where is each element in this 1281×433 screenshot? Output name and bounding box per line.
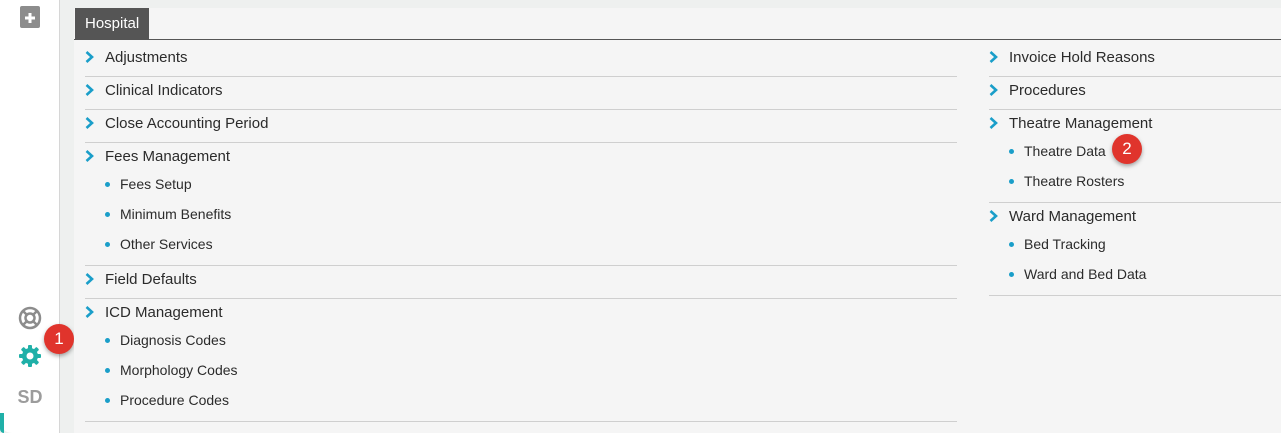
bullet-icon: [1009, 178, 1014, 184]
submenu-item-procedure-codes[interactable]: Procedure Codes: [85, 385, 957, 415]
menu-item-clinical-indicators[interactable]: Clinical Indicators: [85, 77, 957, 103]
menu-group-icd-management: ICD Management Diagnosis Codes Morpholog…: [85, 299, 957, 422]
submenu-label: Theatre Data: [1024, 143, 1106, 159]
menu-label: Invoice Hold Reasons: [1009, 48, 1155, 66]
menu-label: Close Accounting Period: [105, 114, 269, 132]
bullet-icon: [1009, 148, 1014, 154]
chevron-right-icon: [989, 208, 1009, 224]
hospital-icon[interactable]: [0, 0, 60, 34]
submenu-label: Diagnosis Codes: [120, 332, 226, 348]
menu-group-clinical-indicators: Clinical Indicators: [85, 77, 957, 110]
chevron-right-icon: [85, 271, 105, 287]
menu-item-ward-management[interactable]: Ward Management: [989, 203, 1281, 229]
main-panel: Hospital Adjustments Clinical Indicators…: [74, 8, 1281, 433]
chevron-right-icon: [85, 115, 105, 131]
chevron-right-icon: [85, 82, 105, 98]
submenu-label: Morphology Codes: [120, 362, 238, 378]
submenu-item-bed-tracking[interactable]: Bed Tracking: [989, 229, 1281, 259]
bullet-icon: [105, 211, 110, 217]
submenu-label: Minimum Benefits: [120, 206, 232, 222]
bullet-icon: [1009, 241, 1014, 247]
menu-label: Ward Management: [1009, 207, 1137, 225]
submenu-item-morphology-codes[interactable]: Morphology Codes: [85, 355, 957, 385]
user-initials: SD: [17, 386, 43, 407]
menu-group-close-accounting-period: Close Accounting Period: [85, 110, 957, 143]
menu-group-procedures: Procedures: [989, 77, 1281, 110]
menu-group-field-defaults: Field Defaults: [85, 266, 957, 299]
right-menu-column: Invoice Hold Reasons Procedures Theatre …: [989, 44, 1281, 296]
left-menu-column: Adjustments Clinical Indicators Close Ac…: [85, 44, 957, 422]
chevron-right-icon: [85, 49, 105, 65]
bullet-icon: [105, 367, 110, 373]
menu-label: Procedures: [1009, 81, 1086, 99]
menu-item-invoice-hold-reasons[interactable]: Invoice Hold Reasons: [989, 44, 1281, 70]
menu-item-fees-management[interactable]: Fees Management: [85, 143, 957, 169]
submenu-item-theatre-rosters[interactable]: Theatre Rosters: [989, 166, 1281, 196]
chevron-right-icon: [989, 49, 1009, 65]
menu-item-procedures[interactable]: Procedures: [989, 77, 1281, 103]
chevron-right-icon: [85, 148, 105, 164]
menu-label: Adjustments: [105, 48, 188, 66]
menu-item-icd-management[interactable]: ICD Management: [85, 299, 957, 325]
menu-item-field-defaults[interactable]: Field Defaults: [85, 266, 957, 292]
tab-hospital[interactable]: Hospital: [75, 8, 150, 40]
menu-label: ICD Management: [105, 303, 223, 321]
submenu-item-ward-and-bed-data[interactable]: Ward and Bed Data: [989, 259, 1281, 289]
submenu-label: Bed Tracking: [1024, 236, 1106, 252]
icon-sidebar: SD: [0, 0, 60, 433]
submenu-label: Other Services: [120, 236, 213, 252]
submenu-item-minimum-benefits[interactable]: Minimum Benefits: [85, 199, 957, 229]
chevron-right-icon: [989, 82, 1009, 98]
menu-group-ward-management: Ward Management Bed Tracking Ward and Be…: [989, 203, 1281, 296]
menu-label: Fees Management: [105, 147, 231, 165]
submenu-label: Theatre Rosters: [1024, 173, 1125, 189]
sidebar-accent-bar: [0, 413, 4, 433]
bullet-icon: [105, 337, 110, 343]
chevron-right-icon: [85, 304, 105, 320]
menu-label: Field Defaults: [105, 270, 197, 288]
user-avatar[interactable]: SD: [0, 380, 60, 414]
menu-item-adjustments[interactable]: Adjustments: [85, 44, 957, 70]
menu-group-invoice-hold-reasons: Invoice Hold Reasons: [989, 44, 1281, 77]
menu-group-adjustments: Adjustments: [85, 44, 957, 77]
submenu-item-diagnosis-codes[interactable]: Diagnosis Codes: [85, 325, 957, 355]
bullet-icon: [105, 241, 110, 247]
bullet-icon: [105, 397, 110, 403]
tab-bar: Hospital: [74, 8, 1281, 40]
menu-label: Clinical Indicators: [105, 81, 223, 99]
submenu-label: Procedure Codes: [120, 392, 229, 408]
menu-item-close-accounting-period[interactable]: Close Accounting Period: [85, 110, 957, 136]
menu-label: Theatre Management: [1009, 114, 1153, 132]
menu-item-theatre-management[interactable]: Theatre Management: [989, 110, 1281, 136]
submenu-label: Ward and Bed Data: [1024, 266, 1147, 282]
submenu-item-fees-setup[interactable]: Fees Setup: [85, 169, 957, 199]
chevron-right-icon: [989, 115, 1009, 131]
bullet-icon: [1009, 271, 1014, 277]
callout-badge-1: 1: [44, 324, 74, 354]
bullet-icon: [105, 181, 110, 187]
menu-group-fees-management: Fees Management Fees Setup Minimum Benef…: [85, 143, 957, 266]
callout-badge-2: 2: [1112, 134, 1142, 164]
submenu-label: Fees Setup: [120, 176, 192, 192]
submenu-item-other-services[interactable]: Other Services: [85, 229, 957, 259]
